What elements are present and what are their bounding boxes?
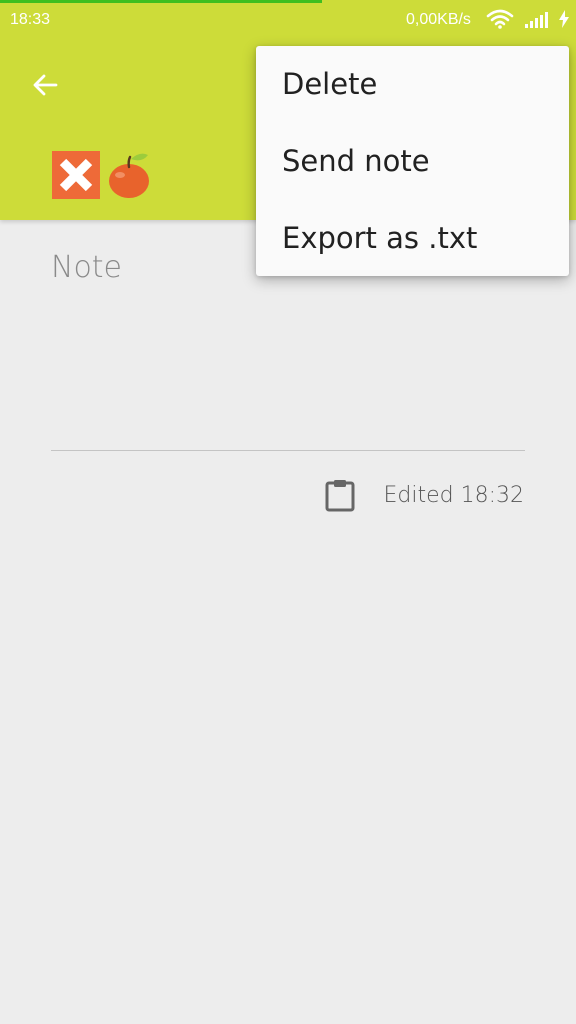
menu-item-send-note[interactable]: Send note (256, 123, 569, 200)
arrow-left-icon (33, 74, 58, 96)
back-button[interactable] (24, 64, 66, 106)
cross-mark-icon (52, 151, 100, 199)
menu-item-export-txt[interactable]: Export as .txt (256, 200, 569, 277)
note-input[interactable]: Note (51, 250, 525, 450)
network-speed: 0,00KB/s (406, 11, 471, 28)
apple-icon (109, 153, 149, 198)
status-time: 18:33 (10, 11, 51, 28)
signal-icon (525, 12, 548, 28)
overflow-menu: Delete Send note Export as .txt (256, 46, 569, 276)
clipboard-icon[interactable] (324, 478, 356, 512)
battery-charging-icon (559, 10, 569, 28)
edited-timestamp: Edited 18:32 (383, 483, 525, 508)
wifi-icon (486, 9, 514, 29)
status-bar: 18:33 0,00KB/s (0, 0, 576, 40)
menu-item-delete[interactable]: Delete (256, 46, 569, 123)
note-title[interactable] (52, 151, 152, 199)
note-underline (51, 450, 525, 451)
